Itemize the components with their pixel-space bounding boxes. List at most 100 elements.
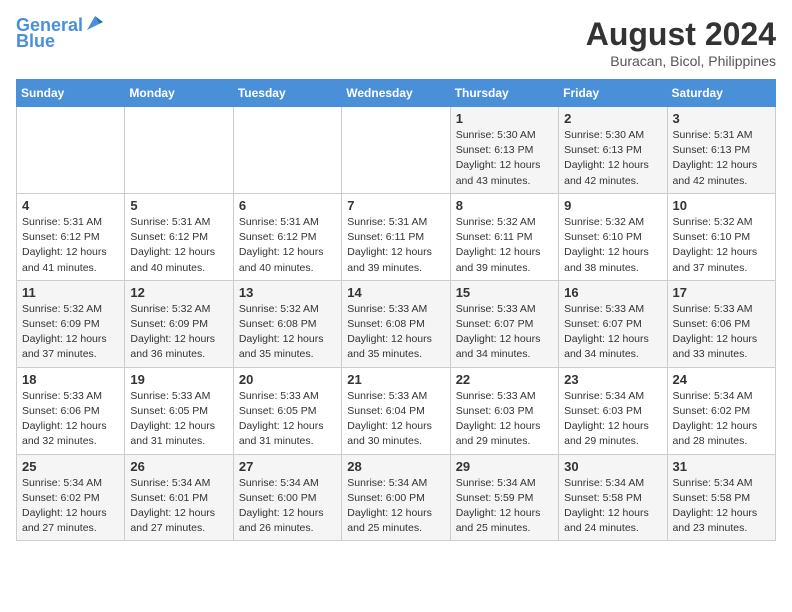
- day-info: Sunrise: 5:33 AM Sunset: 6:03 PM Dayligh…: [456, 389, 553, 450]
- day-info: Sunrise: 5:33 AM Sunset: 6:07 PM Dayligh…: [456, 302, 553, 363]
- day-number: 16: [564, 285, 661, 300]
- day-number: 21: [347, 372, 444, 387]
- day-number: 17: [673, 285, 770, 300]
- day-number: 20: [239, 372, 336, 387]
- calendar-cell: 10Sunrise: 5:32 AM Sunset: 6:10 PM Dayli…: [667, 193, 775, 280]
- calendar-week-2: 4 Sunrise: 5:31 AM Sunset: 6:12 PM Daylig…: [17, 193, 776, 280]
- day-number: 28: [347, 459, 444, 474]
- header-monday: Monday: [125, 80, 233, 107]
- calendar-cell: 14 Sunrise: 5:33 AM Sunset: 6:08 PM Dayli…: [342, 280, 450, 367]
- day-number: 24: [673, 372, 770, 387]
- day-info: Sunrise: 5:31 AM Sunset: 6:11 PM Dayligh…: [347, 215, 444, 276]
- title-area: August 2024 Buracan, Bicol, Philippines: [586, 16, 776, 69]
- calendar-cell: 5Sunrise: 5:31 AM Sunset: 6:12 PM Daylig…: [125, 193, 233, 280]
- calendar-cell: [125, 107, 233, 194]
- day-info: Sunrise: 5:33 AM Sunset: 6:08 PM Dayligh…: [347, 302, 444, 363]
- day-info: Sunrise: 5:34 AM Sunset: 5:58 PM Dayligh…: [673, 476, 770, 537]
- header-friday: Friday: [559, 80, 667, 107]
- calendar-cell: 26Sunrise: 5:34 AM Sunset: 6:01 PM Dayli…: [125, 454, 233, 541]
- calendar-cell: 13 Sunrise: 5:32 AM Sunset: 6:08 PM Dayli…: [233, 280, 341, 367]
- day-number: 26: [130, 459, 227, 474]
- header-tuesday: Tuesday: [233, 80, 341, 107]
- day-info: Sunrise: 5:33 AM Sunset: 6:06 PM Dayligh…: [673, 302, 770, 363]
- day-number: 23: [564, 372, 661, 387]
- day-number: 6: [239, 198, 336, 213]
- day-info: Sunrise: 5:30 AM Sunset: 6:13 PM Dayligh…: [564, 128, 661, 189]
- calendar-cell: 19Sunrise: 5:33 AM Sunset: 6:05 PM Dayli…: [125, 367, 233, 454]
- day-info: Sunrise: 5:34 AM Sunset: 6:02 PM Dayligh…: [673, 389, 770, 450]
- calendar-table: Sunday Monday Tuesday Wednesday Thursday…: [16, 79, 776, 541]
- day-number: 14: [347, 285, 444, 300]
- calendar-cell: 7Sunrise: 5:31 AM Sunset: 6:11 PM Daylig…: [342, 193, 450, 280]
- calendar-week-1: 1Sunrise: 5:30 AM Sunset: 6:13 PM Daylig…: [17, 107, 776, 194]
- calendar-cell: 25 Sunrise: 5:34 AM Sunset: 6:02 PM Dayli…: [17, 454, 125, 541]
- calendar-cell: 9 Sunrise: 5:32 AM Sunset: 6:10 PM Daylig…: [559, 193, 667, 280]
- calendar-cell: 21 Sunrise: 5:33 AM Sunset: 6:04 PM Dayli…: [342, 367, 450, 454]
- day-number: 2: [564, 111, 661, 126]
- logo-text-line2: Blue: [16, 32, 55, 52]
- day-number: 4: [22, 198, 119, 213]
- calendar-cell: 24 Sunrise: 5:34 AM Sunset: 6:02 PM Dayli…: [667, 367, 775, 454]
- day-info: Sunrise: 5:32 AM Sunset: 6:08 PM Dayligh…: [239, 302, 336, 363]
- day-info: Sunrise: 5:33 AM Sunset: 6:05 PM Dayligh…: [239, 389, 336, 450]
- day-number: 9: [564, 198, 661, 213]
- logo-bird-icon: [85, 14, 105, 34]
- day-number: 15: [456, 285, 553, 300]
- day-info: Sunrise: 5:31 AM Sunset: 6:12 PM Dayligh…: [239, 215, 336, 276]
- calendar-cell: 22Sunrise: 5:33 AM Sunset: 6:03 PM Dayli…: [450, 367, 558, 454]
- calendar-cell: 27 Sunrise: 5:34 AM Sunset: 6:00 PM Dayli…: [233, 454, 341, 541]
- day-info: Sunrise: 5:32 AM Sunset: 6:09 PM Dayligh…: [22, 302, 119, 363]
- calendar-header: Sunday Monday Tuesday Wednesday Thursday…: [17, 80, 776, 107]
- day-info: Sunrise: 5:34 AM Sunset: 6:02 PM Dayligh…: [22, 476, 119, 537]
- calendar-week-4: 18Sunrise: 5:33 AM Sunset: 6:06 PM Dayli…: [17, 367, 776, 454]
- day-info: Sunrise: 5:34 AM Sunset: 5:58 PM Dayligh…: [564, 476, 661, 537]
- day-number: 27: [239, 459, 336, 474]
- day-info: Sunrise: 5:30 AM Sunset: 6:13 PM Dayligh…: [456, 128, 553, 189]
- day-info: Sunrise: 5:32 AM Sunset: 6:09 PM Dayligh…: [130, 302, 227, 363]
- calendar-title: August 2024: [586, 16, 776, 53]
- day-info: Sunrise: 5:33 AM Sunset: 6:04 PM Dayligh…: [347, 389, 444, 450]
- calendar-cell: 1Sunrise: 5:30 AM Sunset: 6:13 PM Daylig…: [450, 107, 558, 194]
- calendar-cell: 20 Sunrise: 5:33 AM Sunset: 6:05 PM Dayli…: [233, 367, 341, 454]
- day-info: Sunrise: 5:34 AM Sunset: 6:00 PM Dayligh…: [239, 476, 336, 537]
- calendar-body: 1Sunrise: 5:30 AM Sunset: 6:13 PM Daylig…: [17, 107, 776, 541]
- day-number: 10: [673, 198, 770, 213]
- header-row: Sunday Monday Tuesday Wednesday Thursday…: [17, 80, 776, 107]
- calendar-cell: 17 Sunrise: 5:33 AM Sunset: 6:06 PM Dayli…: [667, 280, 775, 367]
- header: General Blue August 2024 Buracan, Bicol,…: [16, 16, 776, 69]
- calendar-week-5: 25 Sunrise: 5:34 AM Sunset: 6:02 PM Dayli…: [17, 454, 776, 541]
- day-info: Sunrise: 5:34 AM Sunset: 6:00 PM Dayligh…: [347, 476, 444, 537]
- calendar-cell: 23Sunrise: 5:34 AM Sunset: 6:03 PM Dayli…: [559, 367, 667, 454]
- day-number: 8: [456, 198, 553, 213]
- day-number: 12: [130, 285, 227, 300]
- day-info: Sunrise: 5:34 AM Sunset: 5:59 PM Dayligh…: [456, 476, 553, 537]
- calendar-week-3: 11 Sunrise: 5:32 AM Sunset: 6:09 PM Dayli…: [17, 280, 776, 367]
- day-number: 25: [22, 459, 119, 474]
- calendar-cell: 16 Sunrise: 5:33 AM Sunset: 6:07 PM Dayli…: [559, 280, 667, 367]
- calendar-subtitle: Buracan, Bicol, Philippines: [586, 53, 776, 69]
- calendar-cell: 12 Sunrise: 5:32 AM Sunset: 6:09 PM Dayli…: [125, 280, 233, 367]
- day-number: 11: [22, 285, 119, 300]
- day-number: 19: [130, 372, 227, 387]
- header-wednesday: Wednesday: [342, 80, 450, 107]
- header-thursday: Thursday: [450, 80, 558, 107]
- calendar-cell: 11 Sunrise: 5:32 AM Sunset: 6:09 PM Dayli…: [17, 280, 125, 367]
- calendar-cell: 4Sunrise: 5:31 AM Sunset: 6:12 PM Daylig…: [17, 193, 125, 280]
- day-number: 29: [456, 459, 553, 474]
- day-number: 13: [239, 285, 336, 300]
- day-number: 31: [673, 459, 770, 474]
- header-saturday: Saturday: [667, 80, 775, 107]
- day-info: Sunrise: 5:31 AM Sunset: 6:12 PM Dayligh…: [130, 215, 227, 276]
- calendar-cell: 6 Sunrise: 5:31 AM Sunset: 6:12 PM Daylig…: [233, 193, 341, 280]
- calendar-cell: 8Sunrise: 5:32 AM Sunset: 6:11 PM Daylig…: [450, 193, 558, 280]
- day-number: 3: [673, 111, 770, 126]
- calendar-cell: 2 Sunrise: 5:30 AM Sunset: 6:13 PM Daylig…: [559, 107, 667, 194]
- calendar-cell: 3Sunrise: 5:31 AM Sunset: 6:13 PM Daylig…: [667, 107, 775, 194]
- logo: General Blue: [16, 16, 105, 52]
- calendar-cell: 29 Sunrise: 5:34 AM Sunset: 5:59 PM Dayli…: [450, 454, 558, 541]
- calendar-cell: 31 Sunrise: 5:34 AM Sunset: 5:58 PM Dayli…: [667, 454, 775, 541]
- day-info: Sunrise: 5:33 AM Sunset: 6:07 PM Dayligh…: [564, 302, 661, 363]
- day-info: Sunrise: 5:32 AM Sunset: 6:10 PM Dayligh…: [564, 215, 661, 276]
- header-sunday: Sunday: [17, 80, 125, 107]
- calendar-cell: [233, 107, 341, 194]
